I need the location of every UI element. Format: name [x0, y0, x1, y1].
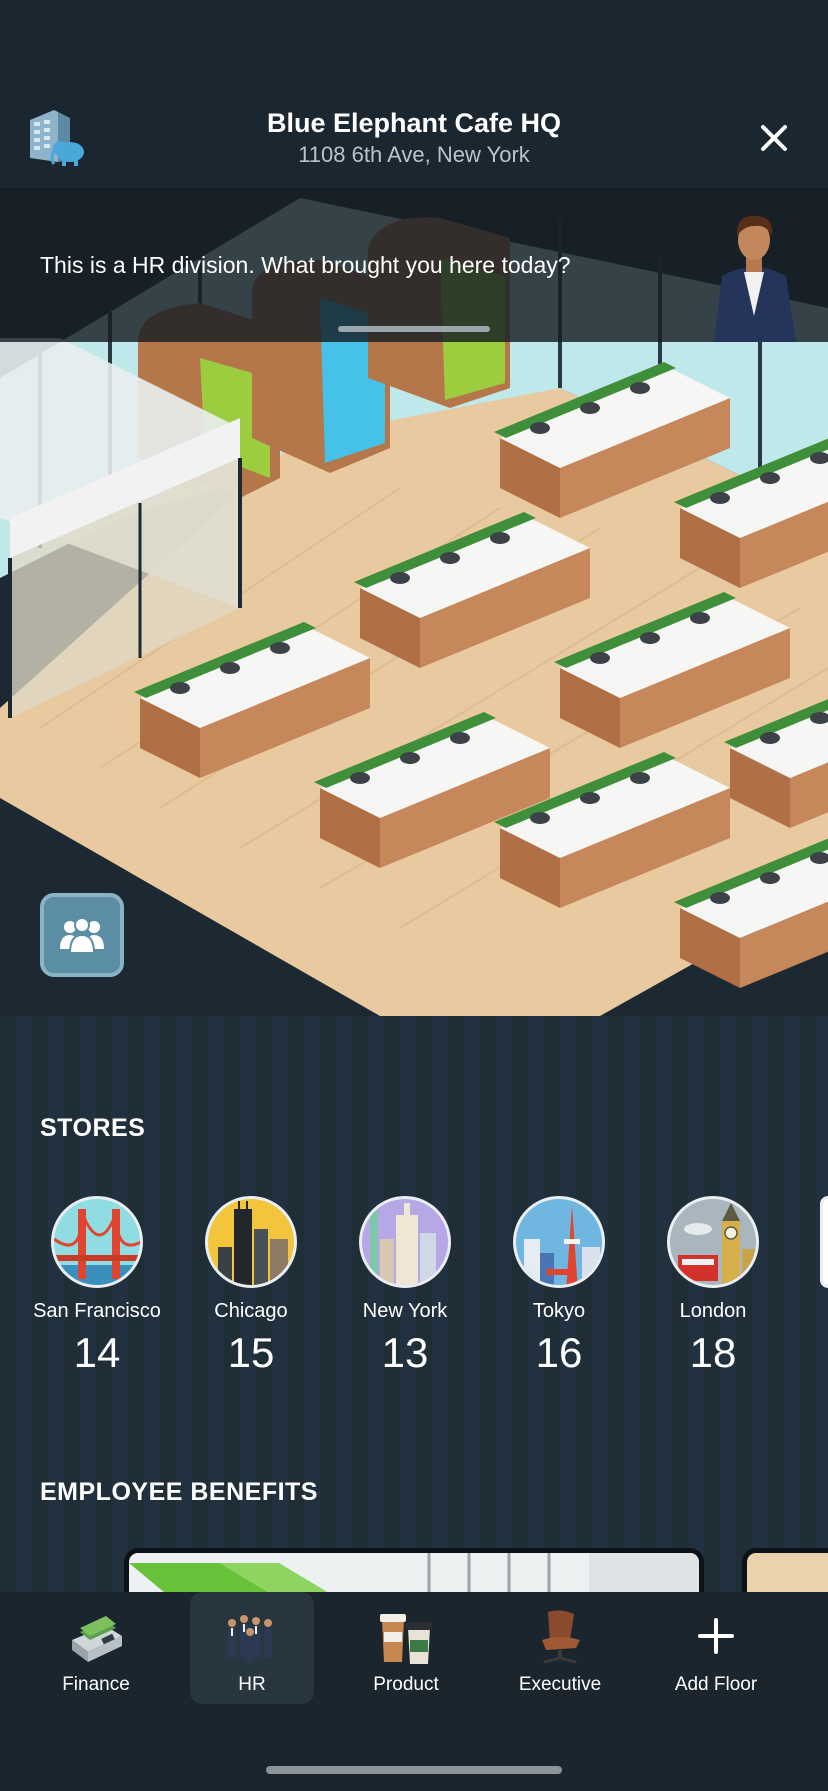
laptop [270, 642, 290, 654]
laptop [350, 772, 370, 784]
store-name: Tokyo [532, 1300, 586, 1322]
hr-manager-avatar [714, 215, 796, 342]
laptop [690, 612, 710, 624]
page-title: Blue Elephant Cafe HQ [266, 108, 562, 138]
tab-add-floor[interactable]: Add Floor [654, 1592, 778, 1704]
tab-label: HR [238, 1674, 266, 1695]
laptop [580, 792, 600, 804]
laptop [390, 572, 410, 584]
store-new-york[interactable]: New York 13 [330, 1196, 480, 1377]
home-indicator [266, 1766, 562, 1774]
app-header: Blue Elephant Cafe HQ 1108 6th Ave, New … [0, 0, 828, 188]
laptop [580, 402, 600, 414]
laptop [450, 732, 470, 744]
new-york-skyline-icon [359, 1196, 451, 1288]
store-name: San Francisco [33, 1300, 161, 1322]
team-button[interactable] [40, 893, 124, 977]
store-san-francisco[interactable]: San Francisco 14 [22, 1196, 172, 1377]
store-london[interactable]: London 18 [638, 1196, 788, 1377]
laptop [630, 382, 650, 394]
store-name: London [679, 1300, 747, 1322]
page-subtitle: 1108 6th Ave, New York [298, 142, 530, 167]
laptop [400, 752, 420, 764]
office-chair-icon [542, 1610, 580, 1664]
bottom-tab-bar: Finance HR Product Executive Add Floor [0, 1592, 828, 1791]
laptop [630, 772, 650, 784]
laptop [640, 632, 660, 644]
laptop [170, 682, 190, 694]
laptop [760, 472, 780, 484]
people-group-icon [228, 1615, 272, 1662]
employee-benefits-heading: EMPLOYEE BENEFITS [40, 1478, 318, 1506]
tab-label: Add Floor [674, 1674, 758, 1695]
team-icon [60, 917, 104, 954]
plus-icon [698, 1618, 734, 1654]
tab-label: Finance [62, 1674, 130, 1695]
golden-gate-icon [51, 1196, 143, 1288]
tab-label: Executive [518, 1674, 602, 1695]
tab-finance[interactable]: Finance [34, 1592, 158, 1704]
laptop [220, 662, 240, 674]
store-count: 18 [689, 1329, 737, 1376]
store-count: 14 [73, 1329, 121, 1376]
tab-product[interactable]: Product [344, 1592, 468, 1704]
laptop [710, 492, 730, 504]
store-next-partial[interactable] [820, 1196, 828, 1288]
tokyo-tower-icon [513, 1196, 605, 1288]
close-icon[interactable] [756, 120, 792, 156]
laptop [530, 422, 550, 434]
laptop [590, 652, 610, 664]
stores-heading: STORES [40, 1114, 146, 1142]
coffee-cups-icon [380, 1614, 432, 1664]
store-count: 13 [381, 1329, 429, 1376]
store-count: 15 [227, 1329, 275, 1376]
chicago-skyline-icon [205, 1196, 297, 1288]
tab-hr[interactable]: HR [190, 1592, 314, 1704]
dialog-message: This is a HR division. What brought you … [40, 252, 571, 278]
tab-executive[interactable]: Executive [498, 1592, 622, 1704]
store-tokyo[interactable]: Tokyo 16 [484, 1196, 634, 1377]
big-ben-icon [667, 1196, 759, 1288]
laptop [760, 872, 780, 884]
laptop [490, 532, 510, 544]
drag-handle[interactable] [338, 326, 490, 332]
cash-counter-icon [72, 1616, 122, 1662]
laptop [710, 892, 730, 904]
laptop [530, 812, 550, 824]
tab-label: Product [373, 1674, 439, 1695]
dialog-banner[interactable]: This is a HR division. What brought you … [0, 188, 828, 342]
store-count: 16 [535, 1329, 583, 1376]
laptop [440, 552, 460, 564]
store-name: Chicago [214, 1300, 288, 1322]
store-name: New York [362, 1300, 448, 1322]
laptop [760, 732, 780, 744]
store-chicago[interactable]: Chicago 15 [176, 1196, 326, 1377]
